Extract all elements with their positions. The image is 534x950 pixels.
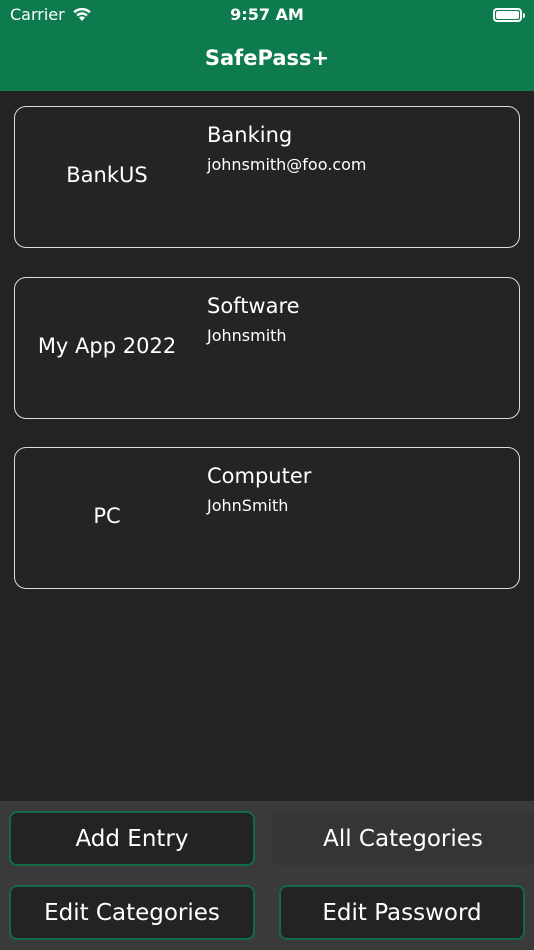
entry-category: Software <box>207 294 300 318</box>
entry-category: Banking <box>207 123 293 147</box>
entry-category: Computer <box>207 464 312 488</box>
navigation-bar: SafePass+ <box>0 30 534 91</box>
add-entry-button[interactable]: Add Entry <box>9 811 255 866</box>
entries-list[interactable]: BankUS Banking johnsmith@foo.com My App … <box>0 91 534 801</box>
entry-card-my-app-2022[interactable]: My App 2022 Software Johnsmith <box>14 277 520 419</box>
page-title: SafePass+ <box>204 46 330 70</box>
entry-name: BankUS <box>66 163 148 187</box>
all-categories-button[interactable]: All Categories <box>272 813 534 865</box>
battery-icon <box>493 8 525 22</box>
entry-card-bankus[interactable]: BankUS Banking johnsmith@foo.com <box>14 106 520 248</box>
entry-username: Johnsmith <box>207 326 287 345</box>
edit-password-button[interactable]: Edit Password <box>279 885 525 940</box>
entry-username: JohnSmith <box>207 496 289 515</box>
clock: 9:57 AM <box>230 5 304 24</box>
entry-card-pc[interactable]: PC Computer JohnSmith <box>14 447 520 589</box>
status-bar: Carrier 9:57 AM <box>0 0 534 30</box>
edit-categories-button[interactable]: Edit Categories <box>9 885 255 940</box>
bottom-toolbar: Add Entry All Categories Edit Categories… <box>0 801 534 950</box>
entry-name: My App 2022 <box>37 334 177 358</box>
entry-username: johnsmith@foo.com <box>207 155 367 174</box>
entry-name: PC <box>93 504 121 528</box>
